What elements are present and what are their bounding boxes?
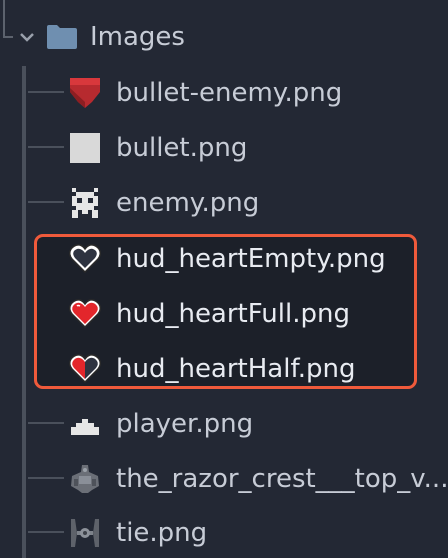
file-label: bullet-enemy.png (116, 78, 343, 108)
folder-images[interactable]: Images (0, 14, 448, 60)
tree-branch-line (28, 91, 64, 93)
file-item-enemy[interactable]: enemy.png (0, 176, 448, 228)
ship-icon (71, 419, 99, 435)
file-label: player.png (116, 409, 254, 439)
file-label: the_razor_crest___top_v... (116, 464, 448, 494)
file-item-hud-heart-empty[interactable]: hud_heartEmpty.png (0, 232, 448, 284)
file-item-bullet[interactable]: bullet.png (0, 121, 448, 173)
file-label: hud_heartHalf.png (116, 354, 356, 384)
tree-branch-line (28, 422, 64, 424)
tree-branch-line (28, 531, 64, 533)
file-label: tie.png (116, 518, 208, 548)
file-label: enemy.png (116, 188, 260, 218)
tie-fighter-icon (71, 519, 99, 547)
file-label: hud_heartEmpty.png (116, 244, 386, 274)
tree-branch-line (28, 201, 64, 203)
file-label: hud_heartFull.png (116, 299, 350, 329)
file-item-razor-crest[interactable]: the_razor_crest___top_v... (0, 452, 448, 504)
file-item-hud-heart-half[interactable]: hud_heartHalf.png (0, 342, 448, 394)
folder-icon (47, 25, 77, 49)
tree-branch-line (28, 146, 64, 148)
file-item-tie[interactable]: tie.png (0, 506, 448, 558)
file-label: bullet.png (116, 133, 248, 163)
shield-icon (70, 78, 100, 108)
file-tree: Images bullet-enemy.png bullet.png enemy… (0, 0, 448, 558)
tree-branch-line (28, 477, 64, 479)
file-item-bullet-enemy[interactable]: bullet-enemy.png (0, 66, 448, 118)
heart-half-icon (68, 354, 102, 384)
heart-full-icon (68, 299, 102, 329)
file-item-hud-heart-full[interactable]: hud_heartFull.png (0, 287, 448, 339)
alien-icon (72, 188, 98, 218)
chevron-down-icon[interactable] (17, 27, 37, 47)
file-item-player[interactable]: player.png (0, 397, 448, 449)
spaceship-icon (71, 465, 99, 493)
folder-label: Images (90, 22, 185, 52)
square-icon (70, 133, 100, 163)
heart-empty-icon (68, 244, 102, 274)
